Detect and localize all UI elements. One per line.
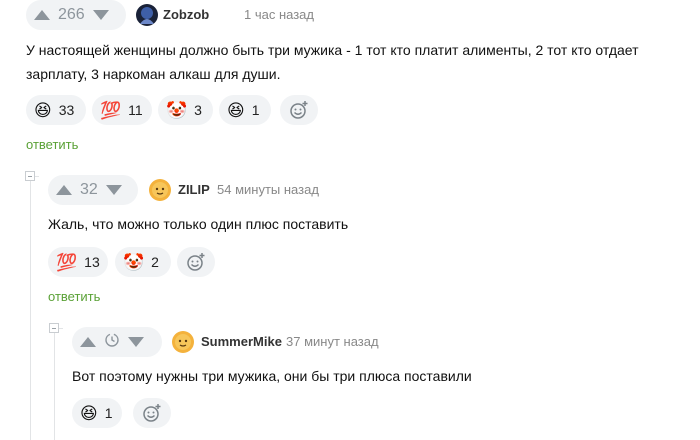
add-reaction-icon	[143, 404, 161, 422]
laughing-emoji-icon: 😆	[227, 100, 245, 120]
vote-control: 266	[26, 0, 126, 30]
clown-emoji-icon: 🤡	[123, 252, 145, 272]
reaction-pill[interactable]: 🤡 2	[115, 247, 171, 277]
downvote-button[interactable]	[105, 185, 122, 195]
avatar-image	[149, 179, 171, 201]
upvote-button[interactable]	[80, 337, 96, 347]
reaction-count: 13	[84, 254, 100, 270]
reaction-pill[interactable]: 🤡 3	[158, 95, 213, 125]
avatar[interactable]	[136, 4, 158, 26]
reply-link[interactable]: ответить	[48, 289, 100, 304]
comment-text-line: зарплату, 3 наркоман алкаш для души.	[26, 66, 281, 82]
laughing-emoji-icon: 😆	[80, 403, 98, 423]
author-name[interactable]: ZILIP	[178, 182, 210, 197]
thread-line	[30, 176, 31, 440]
avatar[interactable]	[149, 179, 171, 201]
author-name[interactable]: SummerMike	[201, 334, 282, 349]
comment-text: Жаль, что можно только один плюс постави…	[48, 216, 349, 232]
reaction-count: 1	[251, 102, 260, 118]
downvote-button[interactable]	[92, 10, 109, 20]
upvote-button[interactable]	[34, 10, 50, 20]
comment-time[interactable]: 37 минут назад	[286, 334, 379, 349]
clown-emoji-icon: 🤡	[166, 100, 188, 120]
reply-link[interactable]: ответить	[26, 137, 78, 152]
hundred-emoji-icon: 💯	[100, 100, 122, 120]
comment-time[interactable]: 1 час назад	[244, 7, 314, 22]
reaction-pill[interactable]: 😆 33	[26, 95, 86, 125]
downvote-button[interactable]	[128, 337, 144, 347]
add-reaction-button[interactable]	[177, 247, 215, 277]
vote-count: 266	[58, 6, 85, 23]
comment-time[interactable]: 54 минуты назад	[217, 182, 319, 197]
add-reaction-button[interactable]	[280, 95, 318, 125]
vote-control	[72, 327, 162, 357]
comment-text: Вот поэтому нужны три мужика, они бы три…	[72, 368, 472, 384]
avatar[interactable]	[172, 331, 194, 353]
add-reaction-button[interactable]	[133, 398, 171, 428]
collapse-thread-button[interactable]	[49, 323, 59, 333]
reaction-count: 3	[194, 102, 202, 118]
comment-text-line: У настоящей женщины должно быть три мужи…	[26, 42, 639, 58]
author-name[interactable]: Zobzob	[163, 7, 209, 22]
reaction-pill[interactable]: 💯 13	[48, 247, 108, 277]
reaction-pill[interactable]: 😆 1	[72, 398, 122, 428]
reaction-count: 11	[128, 102, 143, 118]
add-reaction-icon	[290, 101, 308, 119]
laughing-emoji-icon: 😆	[34, 100, 52, 120]
reaction-count: 1	[104, 405, 113, 421]
avatar-image	[172, 331, 194, 353]
avatar-image	[136, 4, 158, 26]
reaction-count: 33	[58, 102, 75, 118]
add-reaction-icon	[187, 253, 205, 271]
collapse-thread-button[interactable]	[25, 171, 35, 181]
timer-icon	[104, 332, 120, 353]
upvote-button[interactable]	[56, 185, 72, 195]
reaction-pill[interactable]: 😆 1	[219, 95, 271, 125]
vote-count: 32	[80, 181, 98, 198]
vote-control: 32	[48, 175, 138, 205]
hundred-emoji-icon: 💯	[56, 252, 78, 272]
reaction-count: 2	[151, 254, 159, 270]
reaction-pill[interactable]: 💯 11	[92, 95, 152, 125]
thread-line	[54, 328, 55, 440]
